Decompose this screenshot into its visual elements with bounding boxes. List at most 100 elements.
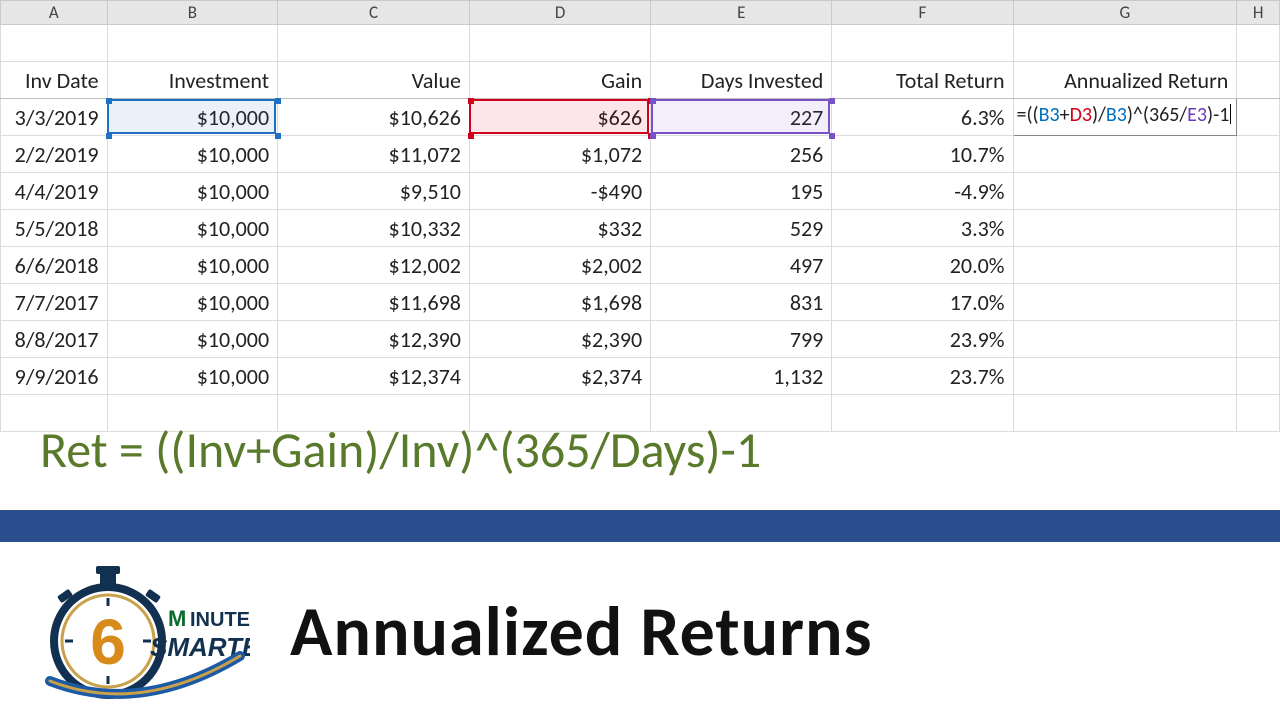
- cell-C7[interactable]: $12,002: [278, 247, 470, 284]
- cell-F10[interactable]: 23.7%: [832, 358, 1013, 395]
- cell-G6[interactable]: [1013, 210, 1237, 247]
- cell-D4[interactable]: $1,072: [469, 136, 650, 173]
- cell-E8[interactable]: 831: [651, 284, 832, 321]
- empty-cell[interactable]: [1237, 25, 1280, 62]
- cell-A4[interactable]: 2/2/2019: [1, 136, 108, 173]
- cell-H8[interactable]: [1237, 284, 1280, 321]
- cell-B5[interactable]: $10,000: [107, 173, 278, 210]
- table-row[interactable]: 3/3/2019$10,000$10,626$6262276.3%=((B3+D…: [1, 99, 1280, 136]
- cell-D5[interactable]: -$490: [469, 173, 650, 210]
- cell-D10[interactable]: $2,374: [469, 358, 650, 395]
- cell-A6[interactable]: 5/5/2018: [1, 210, 108, 247]
- cell-C5[interactable]: $9,510: [278, 173, 470, 210]
- cell-G3[interactable]: =((B3+D3)/B3)^(365/E3)-1: [1013, 99, 1237, 136]
- header-cell-D[interactable]: Gain: [469, 62, 650, 99]
- cell-H6[interactable]: [1237, 210, 1280, 247]
- cell-B9[interactable]: $10,000: [107, 321, 278, 358]
- cell-E5[interactable]: 195: [651, 173, 832, 210]
- cell-H10[interactable]: [1237, 358, 1280, 395]
- header-cell-G[interactable]: Annualized Return: [1013, 62, 1237, 99]
- header-cell-B[interactable]: Investment: [107, 62, 278, 99]
- col-header-C[interactable]: C: [278, 1, 470, 25]
- col-header-D[interactable]: D: [469, 1, 650, 25]
- cell-A10[interactable]: 9/9/2016: [1, 358, 108, 395]
- table-row[interactable]: 9/9/2016$10,000$12,374$2,3741,13223.7%: [1, 358, 1280, 395]
- empty-cell[interactable]: [1, 25, 108, 62]
- worksheet-grid[interactable]: A B C D E F G H Inv DateInvestmentValueG…: [0, 0, 1280, 432]
- header-cell-F[interactable]: Total Return: [832, 62, 1013, 99]
- cell-F3[interactable]: 6.3%: [832, 99, 1013, 136]
- cell-D7[interactable]: $2,002: [469, 247, 650, 284]
- cell-D3[interactable]: $626: [469, 99, 650, 136]
- cell-B4[interactable]: $10,000: [107, 136, 278, 173]
- table-row[interactable]: 6/6/2018$10,000$12,002$2,00249720.0%: [1, 247, 1280, 284]
- cell-D9[interactable]: $2,390: [469, 321, 650, 358]
- col-header-G[interactable]: G: [1013, 1, 1237, 25]
- cell-A9[interactable]: 8/8/2017: [1, 321, 108, 358]
- empty-cell[interactable]: [1013, 25, 1237, 62]
- table-row[interactable]: 5/5/2018$10,000$10,332$3325293.3%: [1, 210, 1280, 247]
- col-header-E[interactable]: E: [651, 1, 832, 25]
- cell-E6[interactable]: 529: [651, 210, 832, 247]
- footer: 6 M INUTES SMARTER Annualized Returns: [0, 542, 1280, 720]
- cell-B10[interactable]: $10,000: [107, 358, 278, 395]
- formula-editor[interactable]: =((B3+D3)/B3)^(365/E3)-1: [1017, 103, 1232, 127]
- empty-cell[interactable]: [469, 25, 650, 62]
- cell-B7[interactable]: $10,000: [107, 247, 278, 284]
- empty-cell[interactable]: [832, 25, 1013, 62]
- col-header-A[interactable]: A: [1, 1, 108, 25]
- cell-A5[interactable]: 4/4/2019: [1, 173, 108, 210]
- cell-C10[interactable]: $12,374: [278, 358, 470, 395]
- cell-G5[interactable]: [1013, 173, 1237, 210]
- cell-G4[interactable]: [1013, 136, 1237, 173]
- cell-G10[interactable]: [1013, 358, 1237, 395]
- cell-C6[interactable]: $10,332: [278, 210, 470, 247]
- table-row[interactable]: 2/2/2019$10,000$11,072$1,07225610.7%: [1, 136, 1280, 173]
- cell-C4[interactable]: $11,072: [278, 136, 470, 173]
- cell-E10[interactable]: 1,132: [651, 358, 832, 395]
- table-row[interactable]: 8/8/2017$10,000$12,390$2,39079923.9%: [1, 321, 1280, 358]
- cell-E9[interactable]: 799: [651, 321, 832, 358]
- cell-E7[interactable]: 497: [651, 247, 832, 284]
- cell-F4[interactable]: 10.7%: [832, 136, 1013, 173]
- cell-A8[interactable]: 7/7/2017: [1, 284, 108, 321]
- cell-F8[interactable]: 17.0%: [832, 284, 1013, 321]
- cell-H9[interactable]: [1237, 321, 1280, 358]
- col-header-B[interactable]: B: [107, 1, 278, 25]
- cell-H7[interactable]: [1237, 247, 1280, 284]
- cell-F7[interactable]: 20.0%: [832, 247, 1013, 284]
- header-cell-C[interactable]: Value: [278, 62, 470, 99]
- cell-D8[interactable]: $1,698: [469, 284, 650, 321]
- cell-G8[interactable]: [1013, 284, 1237, 321]
- cell-D6[interactable]: $332: [469, 210, 650, 247]
- header-cell-A[interactable]: Inv Date: [1, 62, 108, 99]
- cell-G9[interactable]: [1013, 321, 1237, 358]
- cell-E3[interactable]: 227: [651, 99, 832, 136]
- col-header-H[interactable]: H: [1237, 1, 1280, 25]
- col-header-F[interactable]: F: [832, 1, 1013, 25]
- header-cell-H[interactable]: [1237, 62, 1280, 99]
- cell-F5[interactable]: -4.9%: [832, 173, 1013, 210]
- cell-H4[interactable]: [1237, 136, 1280, 173]
- cell-C3[interactable]: $10,626: [278, 99, 470, 136]
- cell-B8[interactable]: $10,000: [107, 284, 278, 321]
- empty-cell[interactable]: [107, 25, 278, 62]
- column-headers[interactable]: A B C D E F G H: [1, 1, 1280, 25]
- cell-E4[interactable]: 256: [651, 136, 832, 173]
- table-row[interactable]: 7/7/2017$10,000$11,698$1,69883117.0%: [1, 284, 1280, 321]
- cell-A7[interactable]: 6/6/2018: [1, 247, 108, 284]
- cell-C9[interactable]: $12,390: [278, 321, 470, 358]
- cell-H3[interactable]: [1237, 99, 1280, 136]
- cell-F6[interactable]: 3.3%: [832, 210, 1013, 247]
- empty-cell[interactable]: [651, 25, 832, 62]
- cell-B3[interactable]: $10,000: [107, 99, 278, 136]
- cell-B6[interactable]: $10,000: [107, 210, 278, 247]
- cell-C8[interactable]: $11,698: [278, 284, 470, 321]
- table-row[interactable]: 4/4/2019$10,000$9,510-$490195-4.9%: [1, 173, 1280, 210]
- header-cell-E[interactable]: Days Invested: [651, 62, 832, 99]
- empty-cell[interactable]: [278, 25, 470, 62]
- cell-G7[interactable]: [1013, 247, 1237, 284]
- cell-H5[interactable]: [1237, 173, 1280, 210]
- cell-A3[interactable]: 3/3/2019: [1, 99, 108, 136]
- cell-F9[interactable]: 23.9%: [832, 321, 1013, 358]
